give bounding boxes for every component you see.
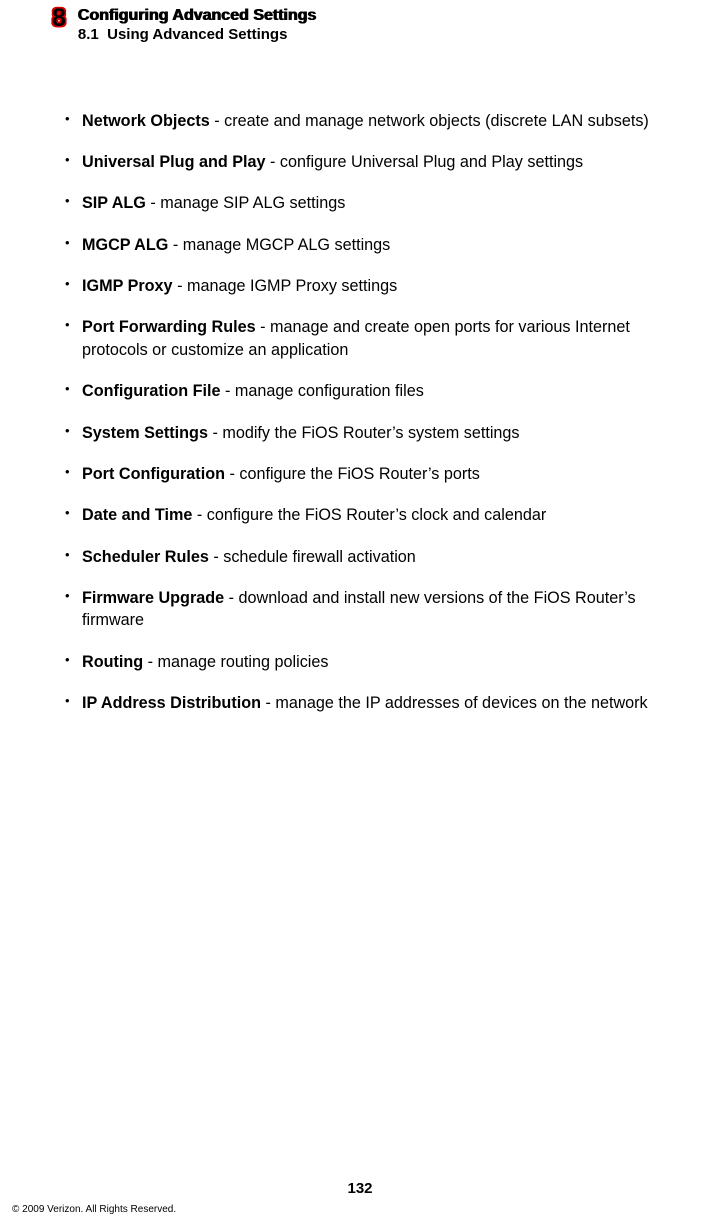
list-item: Firmware Upgrade - download and install … [82, 587, 698, 632]
item-desc: - configure the FiOS Router’s clock and … [192, 506, 546, 524]
item-term: Configuration File [82, 382, 220, 400]
item-term: Scheduler Rules [82, 548, 209, 566]
list-item: Network Objects - create and manage netw… [82, 110, 698, 132]
item-term: Port Configuration [82, 465, 225, 483]
copyright-text: © 2009 Verizon. All Rights Reserved. [12, 1204, 176, 1215]
item-desc: - manage routing policies [143, 653, 328, 671]
list-item: System Settings - modify the FiOS Router… [82, 422, 698, 444]
header-titles: Configuring Advanced Settings 8.1 Using … [78, 6, 317, 45]
list-item: Configuration File - manage configuratio… [82, 380, 698, 402]
item-term: Port Forwarding Rules [82, 318, 256, 336]
bullet-list: Network Objects - create and manage netw… [82, 110, 698, 715]
item-desc: - modify the FiOS Router’s system settin… [208, 424, 520, 442]
item-desc: - manage IGMP Proxy settings [173, 277, 398, 295]
item-term: MGCP ALG [82, 236, 168, 254]
item-term: Date and Time [82, 506, 192, 524]
list-item: Universal Plug and Play - configure Univ… [82, 151, 698, 173]
item-desc: - manage MGCP ALG settings [168, 236, 390, 254]
item-term: Network Objects [82, 112, 210, 130]
chapter-number: 8 [52, 6, 66, 31]
item-desc: - configure the FiOS Router’s ports [225, 465, 480, 483]
content-area: Network Objects - create and manage netw… [0, 45, 720, 715]
list-item: IP Address Distribution - manage the IP … [82, 692, 698, 714]
section-title-text: Using Advanced Settings [107, 26, 287, 43]
item-desc: - manage SIP ALG settings [146, 194, 345, 212]
item-term: Firmware Upgrade [82, 589, 224, 607]
list-item: Scheduler Rules - schedule firewall acti… [82, 546, 698, 568]
item-desc: - create and manage network objects (dis… [210, 112, 649, 130]
page-header: 8 Configuring Advanced Settings 8.1 Usin… [0, 0, 720, 45]
page-number: 132 [0, 1180, 720, 1197]
item-desc: - schedule firewall activation [209, 548, 416, 566]
list-item: Port Configuration - configure the FiOS … [82, 463, 698, 485]
item-term: System Settings [82, 424, 208, 442]
chapter-title: Configuring Advanced Settings [78, 6, 317, 25]
item-term: Universal Plug and Play [82, 153, 266, 171]
item-term: Routing [82, 653, 143, 671]
item-term: SIP ALG [82, 194, 146, 212]
list-item: Port Forwarding Rules - manage and creat… [82, 316, 698, 361]
list-item: SIP ALG - manage SIP ALG settings [82, 192, 698, 214]
section-title: 8.1 Using Advanced Settings [78, 25, 317, 45]
item-term: IP Address Distribution [82, 694, 261, 712]
list-item: Routing - manage routing policies [82, 651, 698, 673]
item-desc: - manage the IP addresses of devices on … [261, 694, 648, 712]
item-desc: - manage configuration files [220, 382, 423, 400]
list-item: Date and Time - configure the FiOS Route… [82, 504, 698, 526]
item-term: IGMP Proxy [82, 277, 173, 295]
list-item: MGCP ALG - manage MGCP ALG settings [82, 234, 698, 256]
section-number: 8.1 [78, 26, 99, 43]
list-item: IGMP Proxy - manage IGMP Proxy settings [82, 275, 698, 297]
item-desc: - configure Universal Plug and Play sett… [266, 153, 584, 171]
